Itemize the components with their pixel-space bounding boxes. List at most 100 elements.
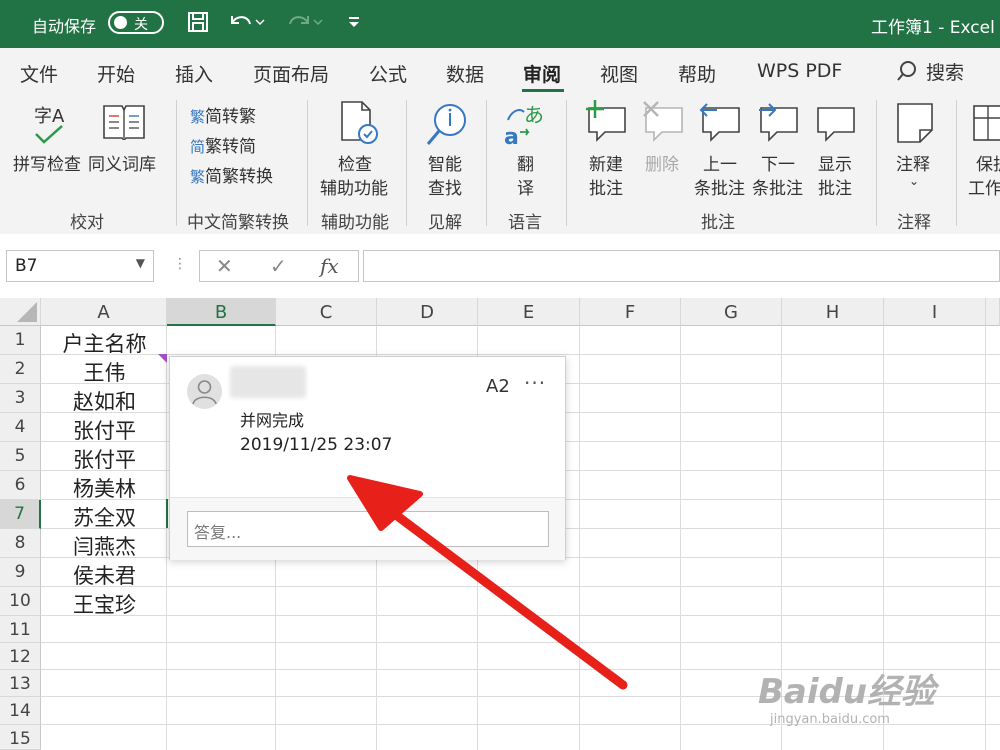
reply-input[interactable]: 答复... bbox=[187, 511, 549, 547]
delete-comment-button[interactable]: 删除 bbox=[645, 150, 679, 175]
previous-comment-label-1[interactable]: 上一 bbox=[703, 150, 737, 175]
autosave-toggle[interactable]: 关 bbox=[108, 11, 164, 34]
save-icon[interactable] bbox=[186, 10, 210, 39]
tab-data[interactable]: 数据 bbox=[446, 60, 484, 87]
tab-file[interactable]: 文件 bbox=[20, 60, 58, 87]
column-header-i[interactable]: I bbox=[884, 298, 986, 326]
accessibility-label-2[interactable]: 辅助功能 bbox=[320, 174, 388, 199]
row-header-8[interactable]: 8 bbox=[0, 529, 41, 558]
select-all-corner[interactable] bbox=[0, 298, 41, 326]
cell-a7[interactable]: 苏全双 bbox=[42, 502, 167, 532]
cell-a2[interactable]: 王伟 bbox=[42, 357, 167, 387]
thesaurus-icon bbox=[102, 104, 146, 144]
row-header-4[interactable]: 4 bbox=[0, 413, 41, 442]
row-header-13[interactable]: 13 bbox=[0, 670, 41, 697]
smart-lookup-label-1[interactable]: 智能 bbox=[428, 150, 462, 175]
column-header-d[interactable]: D bbox=[377, 298, 478, 326]
row-header-9[interactable]: 9 bbox=[0, 558, 41, 587]
cell-a6[interactable]: 杨美林 bbox=[42, 473, 167, 503]
show-comments-label-1[interactable]: 显示 bbox=[818, 150, 852, 175]
spellcheck-button[interactable]: 拼写检查 bbox=[13, 150, 81, 175]
row-header-3[interactable]: 3 bbox=[0, 384, 41, 413]
name-box-dropdown-icon[interactable]: ▼ bbox=[136, 256, 145, 270]
cancel-icon[interactable]: ✕ bbox=[216, 254, 233, 278]
row-header-1[interactable]: 1 bbox=[0, 326, 41, 355]
column-header-c[interactable]: C bbox=[276, 298, 377, 326]
undo-icon[interactable] bbox=[226, 10, 266, 39]
column-header-b[interactable]: B bbox=[167, 298, 276, 326]
row-header-14[interactable]: 14 bbox=[0, 697, 41, 725]
tab-wps-pdf[interactable]: WPS PDF bbox=[757, 60, 842, 82]
chinese-group-label: 中文简繁转换 bbox=[187, 213, 289, 233]
enter-icon[interactable]: ✓ bbox=[270, 254, 287, 278]
insert-function-icon[interactable]: fx bbox=[320, 254, 339, 278]
row-header-5[interactable]: 5 bbox=[0, 442, 41, 471]
column-header-a[interactable]: A bbox=[41, 298, 167, 326]
row-header-12[interactable]: 12 bbox=[0, 643, 41, 670]
row-header-10[interactable]: 10 bbox=[0, 587, 41, 616]
tab-view[interactable]: 视图 bbox=[600, 60, 638, 87]
to-simplified-button[interactable]: 简繁转简 bbox=[190, 132, 256, 157]
comment-indicator[interactable] bbox=[158, 354, 167, 363]
simplified-icon: 简 bbox=[190, 138, 206, 156]
cell-a5[interactable]: 张付平 bbox=[42, 444, 167, 474]
translate-label-2[interactable]: 译 bbox=[517, 174, 534, 199]
new-comment-label-1[interactable]: 新建 bbox=[589, 150, 623, 175]
tab-insert[interactable]: 插入 bbox=[175, 60, 213, 87]
tab-help[interactable]: 帮助 bbox=[678, 60, 716, 87]
tab-review[interactable]: 审阅 bbox=[523, 60, 561, 87]
smart-lookup-label-2[interactable]: 查找 bbox=[428, 174, 462, 199]
formula-bar-grip-icon[interactable]: ⋮ bbox=[173, 256, 187, 272]
redo-icon bbox=[284, 10, 324, 39]
tab-page-layout[interactable]: 页面布局 bbox=[253, 60, 329, 87]
cell-a4[interactable]: 张付平 bbox=[42, 415, 167, 445]
notes-button[interactable]: 注释 bbox=[896, 150, 930, 175]
gridline bbox=[41, 615, 1000, 616]
column-header-e[interactable]: E bbox=[478, 298, 580, 326]
accessibility-label-1[interactable]: 检查 bbox=[338, 150, 372, 175]
customize-qat-icon[interactable] bbox=[344, 10, 364, 39]
more-options-icon[interactable]: ··· bbox=[524, 371, 546, 395]
insights-group-label: 见解 bbox=[428, 213, 462, 233]
protect-label-1[interactable]: 保护 bbox=[976, 150, 1000, 175]
gridline bbox=[680, 326, 681, 750]
search-label: 搜索 bbox=[926, 62, 965, 84]
protect-label-2[interactable]: 工作 bbox=[968, 174, 1000, 199]
tab-home[interactable]: 开始 bbox=[97, 60, 135, 87]
next-comment-label-2[interactable]: 条批注 bbox=[752, 174, 803, 199]
column-header-g[interactable]: G bbox=[681, 298, 782, 326]
cell-a9[interactable]: 侯未君 bbox=[42, 560, 167, 590]
row-header-11[interactable]: 11 bbox=[0, 616, 41, 643]
row-header-2[interactable]: 2 bbox=[0, 355, 41, 384]
column-header-h[interactable]: H bbox=[782, 298, 884, 326]
new-comment-label-2[interactable]: 批注 bbox=[589, 174, 623, 199]
translate-label-1[interactable]: 翻 bbox=[517, 150, 534, 175]
toggle-knob bbox=[114, 16, 127, 29]
next-comment-label-1[interactable]: 下一 bbox=[761, 150, 795, 175]
name-box[interactable]: B7 ▼ bbox=[6, 250, 154, 282]
convert-button[interactable]: 繁简繁转换 bbox=[190, 162, 273, 187]
tab-formulas[interactable]: 公式 bbox=[369, 60, 407, 87]
proofing-group-label: 校对 bbox=[70, 213, 104, 233]
row-header-15[interactable]: 15 bbox=[0, 725, 41, 750]
cell-a8[interactable]: 闫燕杰 bbox=[42, 531, 167, 561]
search-button[interactable]: 搜索 bbox=[896, 58, 964, 87]
cell-a1[interactable]: 户主名称 bbox=[42, 328, 167, 358]
previous-comment-label-2[interactable]: 条批注 bbox=[694, 174, 745, 199]
show-comments-label-2[interactable]: 批注 bbox=[818, 174, 852, 199]
row-header-6[interactable]: 6 bbox=[0, 471, 41, 500]
cell-a3[interactable]: 赵如和 bbox=[42, 386, 167, 416]
comment-card[interactable]: A2 ··· 并网完成 2019/11/25 23:07 答复... bbox=[169, 356, 566, 560]
comment-timestamp: 2019/11/25 23:07 bbox=[240, 435, 393, 455]
cell-a10[interactable]: 王宝珍 bbox=[42, 589, 167, 619]
row-header-7[interactable]: 7 bbox=[0, 500, 41, 529]
selected-cell-border bbox=[166, 499, 168, 528]
to-traditional-button[interactable]: 繁简转繁 bbox=[190, 102, 256, 127]
formula-buttons: ✕ ✓ fx bbox=[199, 250, 359, 282]
formula-input[interactable] bbox=[363, 250, 1000, 282]
notes-dropdown-icon[interactable]: ⌄ bbox=[909, 174, 919, 188]
gridline bbox=[579, 326, 580, 750]
column-header-j[interactable] bbox=[986, 298, 1000, 326]
thesaurus-button[interactable]: 同义词库 bbox=[88, 150, 156, 175]
column-header-f[interactable]: F bbox=[580, 298, 681, 326]
